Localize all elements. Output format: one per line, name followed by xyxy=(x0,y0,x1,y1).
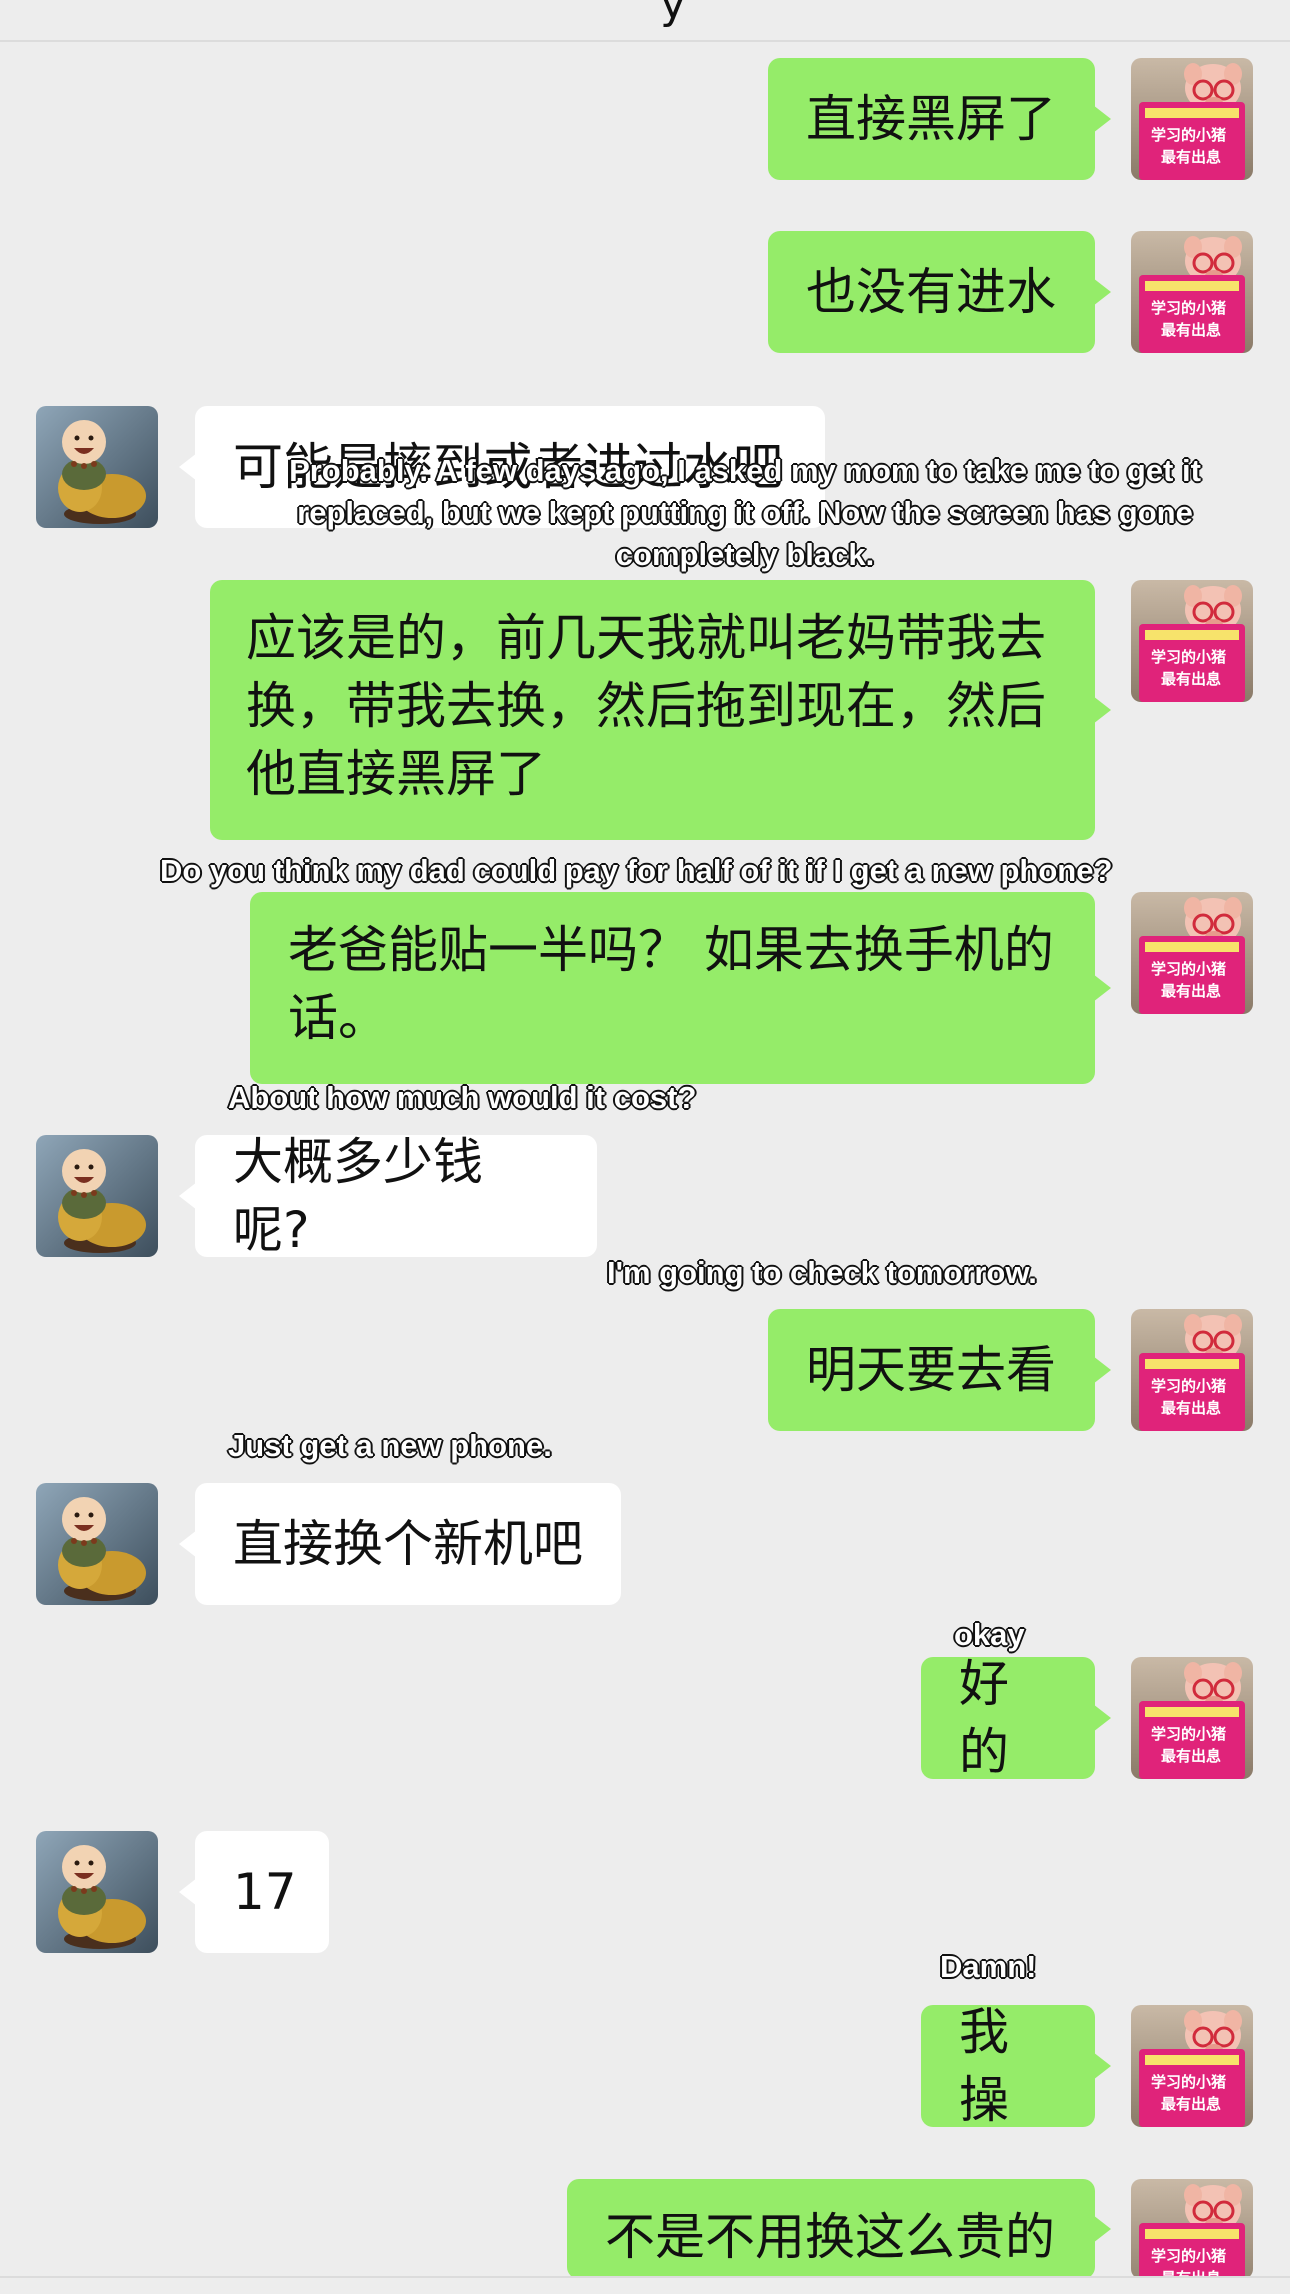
message-text: 应该是的，前几天我就叫老妈带我去换，带我去换，然后拖到现在，然后他直接黑屏了 xyxy=(246,609,1046,803)
my-avatar[interactable] xyxy=(1131,1657,1253,1779)
message-bubble-sent[interactable]: 明天要去看 xyxy=(768,1309,1111,1431)
message-text: 17 xyxy=(233,1863,297,1921)
message-text: 直接换个新机吧 xyxy=(233,1515,583,1573)
laughing-buddha-avatar-icon xyxy=(36,1135,158,1257)
subtitle-caption: I'm going to check tomorrow. xyxy=(606,1254,1038,1291)
bottom-divider xyxy=(0,2276,1290,2294)
pig-reading-book-avatar-icon xyxy=(1131,2179,1253,2279)
chat-header: y xyxy=(0,0,1290,42)
message-bubble-received[interactable]: 17 xyxy=(179,1831,329,1953)
message-bubble-sent[interactable]: 也没有进水 xyxy=(768,231,1111,353)
chat-title: y xyxy=(660,0,687,29)
contact-avatar[interactable] xyxy=(36,406,158,528)
contact-avatar[interactable] xyxy=(36,1135,158,1257)
my-avatar[interactable] xyxy=(1131,2179,1253,2279)
subtitle-caption: Probably. A few days ago, I asked my mom… xyxy=(288,452,1201,573)
pig-reading-book-avatar-icon xyxy=(1131,1657,1253,1779)
subtitle-caption: Just get a new phone. xyxy=(227,1427,552,1464)
pig-reading-book-avatar-icon xyxy=(1131,580,1253,702)
subtitle-caption: About how much would it cost? xyxy=(227,1079,697,1116)
message-text: 直接黑屏了 xyxy=(806,90,1056,148)
message-text: 不是不用换这么贵的 xyxy=(605,2208,1055,2266)
my-avatar[interactable] xyxy=(1131,1309,1253,1431)
my-avatar[interactable] xyxy=(1131,892,1253,1014)
my-avatar[interactable] xyxy=(1131,580,1253,702)
laughing-buddha-avatar-icon xyxy=(36,1483,158,1605)
message-bubble-received[interactable]: 大概多少钱呢? xyxy=(179,1133,597,1259)
laughing-buddha-avatar-icon xyxy=(36,1831,158,1953)
message-bubble-sent[interactable]: 应该是的，前几天我就叫老妈带我去换，带我去换，然后拖到现在，然后他直接黑屏了 xyxy=(210,580,1111,840)
pig-reading-book-avatar-icon xyxy=(1131,1309,1253,1431)
pig-reading-book-avatar-icon xyxy=(1131,231,1253,353)
contact-avatar[interactable] xyxy=(36,1831,158,1953)
message-text: 老爸能贴一半吗？ 如果去换手机的话。 xyxy=(288,921,1054,1047)
message-text: 也没有进水 xyxy=(806,263,1056,321)
my-avatar[interactable] xyxy=(1131,58,1253,180)
pig-reading-book-avatar-icon xyxy=(1131,58,1253,180)
subtitle-caption: Do you think my dad could pay for half o… xyxy=(159,852,1113,889)
message-bubble-sent[interactable]: 好的 xyxy=(921,1655,1111,1781)
message-bubble-sent[interactable]: 我操 xyxy=(921,2003,1111,2129)
laughing-buddha-avatar-icon xyxy=(36,406,158,528)
my-avatar[interactable] xyxy=(1131,2005,1253,2127)
pig-reading-book-avatar-icon xyxy=(1131,2005,1253,2127)
message-text: 大概多少钱呢? xyxy=(233,1133,483,1259)
my-avatar[interactable] xyxy=(1131,231,1253,353)
message-bubble-received[interactable]: 直接换个新机吧 xyxy=(179,1483,621,1605)
message-bubble-sent[interactable]: 老爸能贴一半吗？ 如果去换手机的话。 xyxy=(250,892,1111,1084)
pig-reading-book-avatar-icon xyxy=(1131,892,1253,1014)
message-text: 明天要去看 xyxy=(806,1341,1056,1399)
message-bubble-sent[interactable]: 不是不用换这么贵的 xyxy=(567,2179,1111,2279)
message-text: 我操 xyxy=(959,2003,1009,2129)
contact-avatar[interactable] xyxy=(36,1483,158,1605)
message-text: 好的 xyxy=(959,1655,1009,1781)
message-bubble-sent[interactable]: 直接黑屏了 xyxy=(768,58,1111,180)
subtitle-caption: Damn! xyxy=(939,1948,1037,1985)
